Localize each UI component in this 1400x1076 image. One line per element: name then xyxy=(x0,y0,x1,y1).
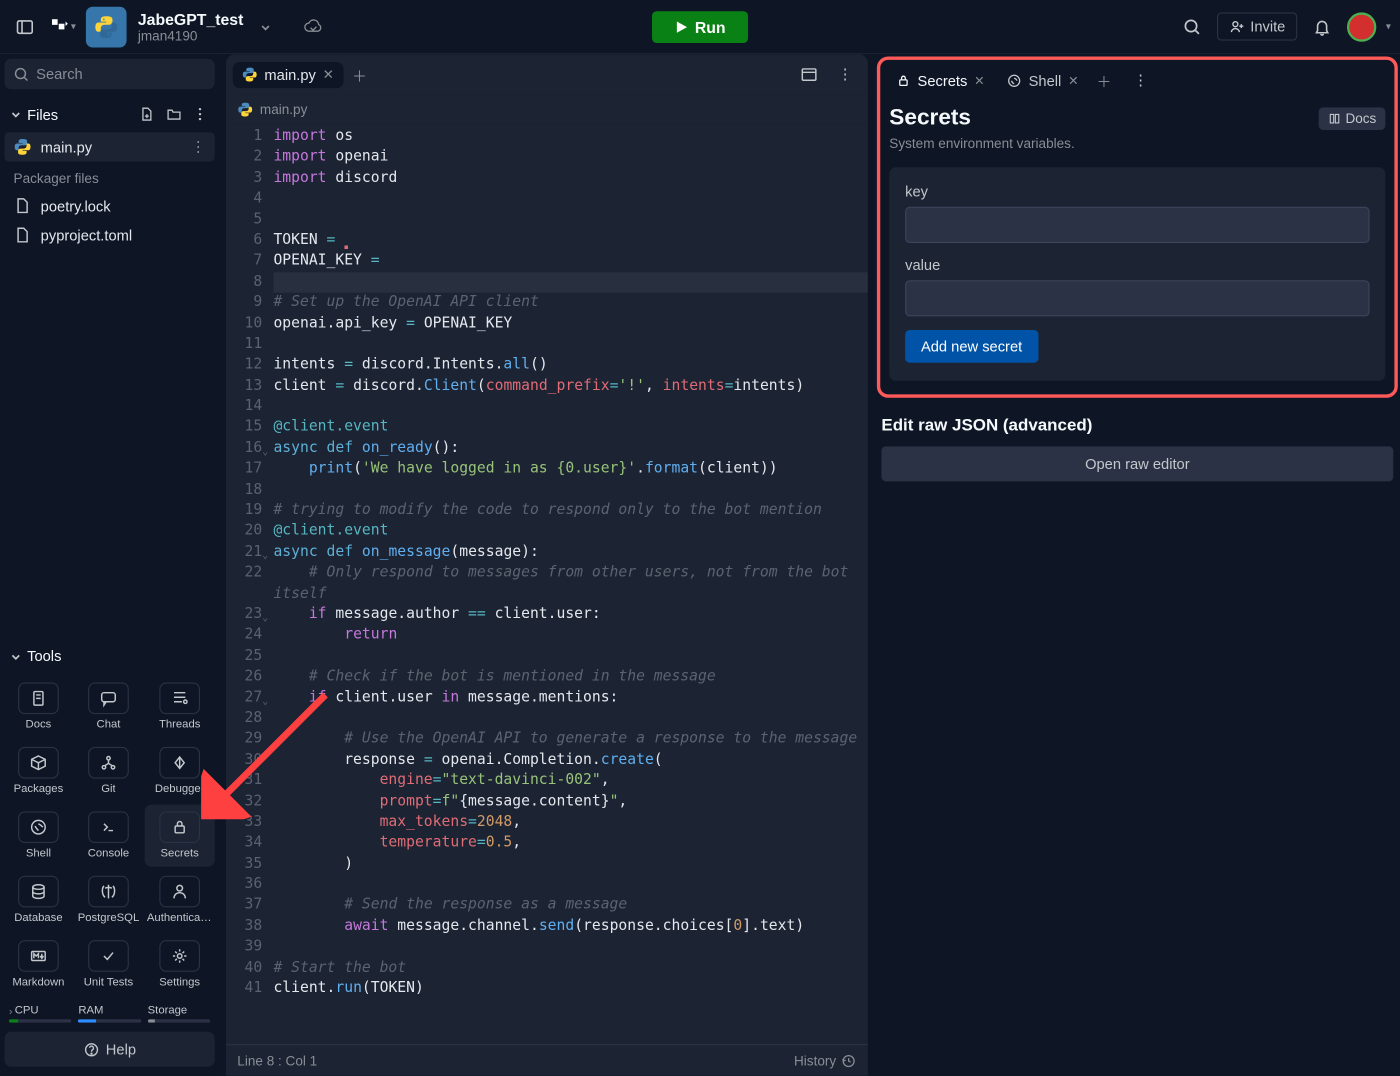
secrets-title: Secrets xyxy=(889,105,971,131)
tool-markdown[interactable]: Markdown xyxy=(5,933,73,995)
tool-chat[interactable]: Chat xyxy=(75,676,143,738)
code-editor[interactable]: 1234567891011121314151617181920212223242… xyxy=(226,124,868,1044)
editor-pane: main.py ✕ ＋ ⋮ main.py 123456789101112131… xyxy=(226,54,868,1076)
avatar[interactable] xyxy=(1348,12,1377,41)
more-icon[interactable]: ⋮ xyxy=(1125,64,1157,96)
tools-header[interactable]: Tools xyxy=(5,641,215,672)
add-secret-button[interactable]: Add new secret xyxy=(905,330,1038,363)
file-row-pyproject[interactable]: pyproject.toml xyxy=(5,220,215,249)
python-file-icon xyxy=(237,102,253,118)
tool-console[interactable]: Console xyxy=(75,805,143,867)
right-pane: Secrets ✕ Shell ✕ ＋ ⋮ Secrets Docs xyxy=(875,54,1400,1076)
project-user[interactable]: jman4190 xyxy=(138,28,244,44)
value-input[interactable] xyxy=(905,280,1369,316)
chevron-down-icon[interactable] xyxy=(250,11,282,43)
tab-secrets[interactable]: Secrets ✕ xyxy=(887,67,994,93)
project-title: JabeGPT_test xyxy=(138,10,244,28)
python-icon xyxy=(86,6,127,47)
cloud-sync-icon[interactable] xyxy=(298,11,330,43)
stat-cpu: ›CPU xyxy=(9,1005,72,1023)
open-raw-editor-button[interactable]: Open raw editor xyxy=(881,446,1393,481)
breadcrumb: main.py xyxy=(226,95,868,124)
logo-icon[interactable]: ▾ xyxy=(47,11,79,43)
tool-database[interactable]: Database xyxy=(5,869,73,931)
stat-storage: Storage xyxy=(148,1005,211,1023)
tool-unittests[interactable]: Unit Tests xyxy=(75,933,143,995)
key-input[interactable] xyxy=(905,207,1369,243)
file-more-icon[interactable]: ⋮ xyxy=(191,138,206,156)
search-icon[interactable] xyxy=(1177,11,1209,43)
docs-button[interactable]: Docs xyxy=(1318,107,1385,130)
invite-button[interactable]: Invite xyxy=(1217,12,1297,40)
right-tab-bar: Secrets ✕ Shell ✕ ＋ ⋮ xyxy=(885,62,1390,98)
search-placeholder: Search xyxy=(36,66,83,83)
sidebar: Search Files main.py ⋮ Packager files po… xyxy=(0,54,219,1076)
history-icon[interactable] xyxy=(841,1053,857,1069)
layout-icon[interactable] xyxy=(793,59,825,91)
tool-postgresql[interactable]: PostgreSQL xyxy=(75,869,143,931)
close-icon[interactable]: ✕ xyxy=(323,67,334,83)
lock-icon xyxy=(896,73,911,88)
cursor-position: Line 8 : Col 1 xyxy=(237,1053,317,1069)
secrets-subtitle: System environment variables. xyxy=(889,136,1385,152)
tool-git[interactable]: Git xyxy=(75,740,143,802)
search-input[interactable]: Search xyxy=(5,59,215,90)
tool-debugger[interactable]: Debugger xyxy=(145,740,215,802)
add-tab-icon[interactable]: ＋ xyxy=(1092,65,1116,96)
tool-settings[interactable]: Settings xyxy=(145,933,215,995)
shell-icon xyxy=(1007,73,1022,88)
more-icon[interactable] xyxy=(190,103,210,126)
stat-ram: RAM xyxy=(78,1005,141,1023)
tool-packages[interactable]: Packages xyxy=(5,740,73,802)
packager-header: Packager files xyxy=(5,162,215,191)
new-folder-icon[interactable] xyxy=(163,103,186,126)
editor-tab-bar: main.py ✕ ＋ ⋮ xyxy=(226,54,868,95)
history-button[interactable]: History xyxy=(794,1053,836,1069)
python-file-icon xyxy=(242,67,258,83)
more-icon[interactable]: ⋮ xyxy=(829,59,861,91)
notifications-icon[interactable] xyxy=(1307,11,1339,43)
sidebar-toggle-icon[interactable] xyxy=(9,11,41,43)
tool-docs[interactable]: Docs xyxy=(5,676,73,738)
file-row-poetry[interactable]: poetry.lock xyxy=(5,191,215,220)
json-section-title: Edit raw JSON (advanced) xyxy=(881,416,1393,435)
tool-threads[interactable]: Threads xyxy=(145,676,215,738)
tool-shell[interactable]: Shell xyxy=(5,805,73,867)
tool-secrets[interactable]: Secrets xyxy=(145,805,215,867)
close-icon[interactable]: ✕ xyxy=(974,73,984,88)
new-file-icon[interactable] xyxy=(136,103,159,126)
help-button[interactable]: Help xyxy=(5,1032,215,1067)
status-bar: Line 8 : Col 1 History xyxy=(226,1044,868,1076)
files-header[interactable]: Files xyxy=(5,96,215,132)
key-label: key xyxy=(905,183,1369,200)
python-file-icon xyxy=(14,138,32,156)
tool-authenticati[interactable]: Authenticati... xyxy=(145,869,215,931)
tab-main-py[interactable]: main.py ✕ xyxy=(233,62,343,88)
run-button[interactable]: Run xyxy=(652,11,748,43)
value-label: value xyxy=(905,257,1369,274)
tab-shell[interactable]: Shell ✕ xyxy=(998,67,1087,93)
file-row-main[interactable]: main.py ⋮ xyxy=(5,132,215,161)
secrets-form: key value Add new secret xyxy=(889,167,1385,381)
close-icon[interactable]: ✕ xyxy=(1068,73,1078,88)
add-tab-icon[interactable]: ＋ xyxy=(348,59,372,90)
app-header: ▾ JabeGPT_test jman4190 Run Invite xyxy=(0,0,1400,54)
